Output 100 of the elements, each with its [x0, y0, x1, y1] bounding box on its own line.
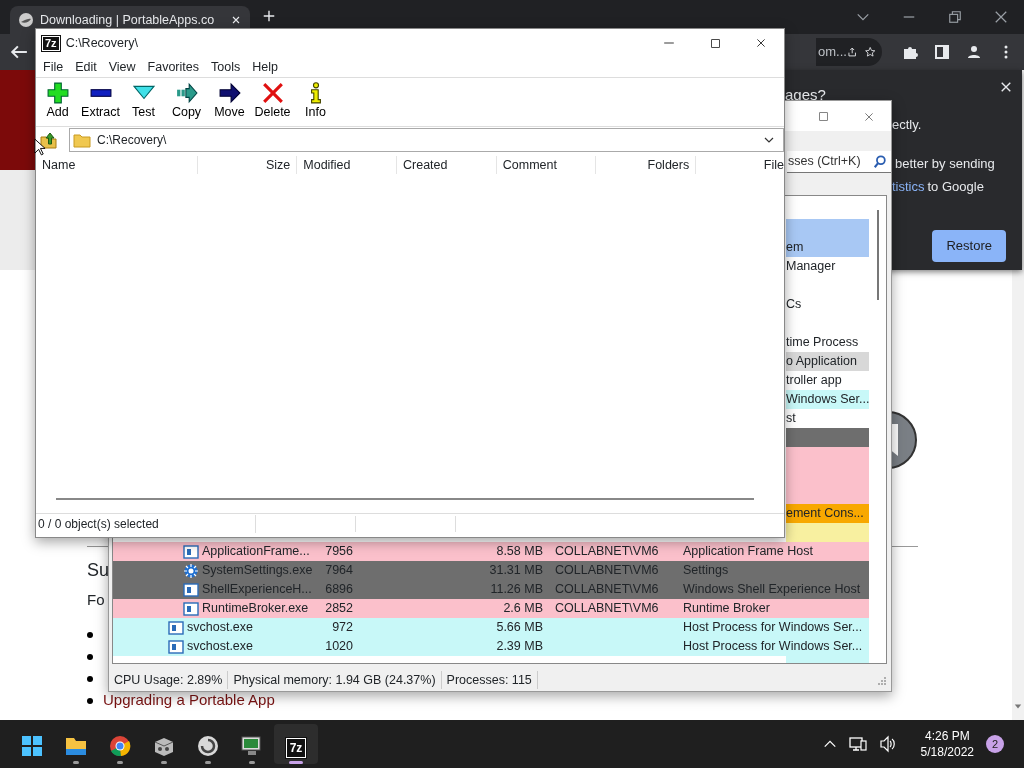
puzzle-icon[interactable] [902, 44, 918, 60]
description-cell: Cs [786, 297, 802, 312]
toolbar-button[interactable]: Add [36, 80, 79, 122]
bullet-icon [87, 653, 93, 660]
bullet-icon [87, 631, 93, 638]
process-name: ApplicationFrame... [202, 543, 310, 561]
description-cell: Runtime Broker [683, 601, 770, 616]
star-icon[interactable] [865, 44, 876, 60]
process-name: svchost.exe [187, 638, 253, 656]
column-header[interactable]: Size [197, 155, 298, 175]
process-row[interactable]: o Application [786, 352, 870, 371]
pid-cell: 2852 [325, 601, 353, 616]
description-cell: Host Process for Windows Ser... [683, 620, 863, 635]
description-cell: Settings [683, 563, 729, 578]
popup-link[interactable]: tistics [892, 176, 925, 196]
toolbar-button[interactable]: Extract [79, 80, 122, 122]
popup-text: better by sending [895, 155, 995, 173]
status-text: Physical memory: 1.94 GB (24.37%) [228, 670, 442, 690]
column-header[interactable]: Comment [496, 155, 597, 175]
page-link[interactable]: Upgrading a Portable App [103, 689, 275, 712]
pid-cell: 972 [332, 620, 353, 635]
process-row[interactable]: RuntimeBroker.exe 2852 2.6 MB COLLABNET\VM6 Runtime Broker [113, 599, 870, 618]
app-icon [168, 638, 184, 655]
bullet-icon [87, 697, 93, 704]
column-header[interactable]: Modified [297, 155, 397, 175]
description-cell: o Application [786, 354, 857, 369]
menu-item[interactable]: File [37, 57, 70, 77]
menu-item[interactable]: Tools [205, 57, 247, 77]
scroll-down-icon[interactable] [1014, 701, 1022, 710]
memory-cell: 11.26 MB [490, 582, 543, 597]
close-icon [862, 110, 875, 123]
close-icon[interactable] [230, 14, 242, 26]
process-row[interactable]: ement Cons... [786, 504, 870, 523]
globe-icon [18, 12, 34, 28]
popup-text: ectly. [892, 115, 922, 134]
taskbar-app[interactable]: 7z [274, 724, 318, 764]
browser-icon [108, 734, 132, 758]
toolbar-button[interactable]: Copy [165, 80, 208, 122]
folder-icon [73, 131, 91, 148]
path-field[interactable]: C:\Recovery\ [69, 127, 784, 152]
menu-item[interactable]: Favorites [141, 57, 205, 77]
status-text: 0 / 0 object(s) selected [36, 514, 256, 533]
toolbar-button[interactable]: Move [208, 80, 251, 122]
address-field[interactable]: om... [816, 38, 882, 66]
speaker-icon[interactable] [878, 735, 897, 753]
menu-item[interactable]: Help [246, 57, 284, 77]
menu-item[interactable]: Edit [69, 57, 103, 77]
memory-cell: 31.31 MB [489, 563, 543, 578]
description-cell: Windows Shell Experience Host [683, 582, 861, 597]
toolbar-button[interactable]: Info [294, 80, 337, 122]
description-cell: ement Cons... [786, 506, 864, 521]
memory-cell: 2.6 MB [503, 601, 543, 616]
process-name: SystemSettings.exe [202, 562, 313, 580]
process-row[interactable]: Windows Ser... [786, 390, 870, 409]
section-heading: Su [87, 559, 110, 582]
close-icon[interactable] [994, 10, 1008, 24]
toolbar-button[interactable]: Delete [251, 80, 294, 122]
toolbar-button[interactable]: Test [122, 80, 165, 122]
search-icon[interactable] [873, 154, 887, 169]
maximize-icon [709, 37, 721, 49]
popup-text: to Google [927, 177, 984, 196]
monitor-icon [240, 734, 264, 758]
column-header[interactable]: File [696, 155, 784, 175]
maximize-icon [818, 111, 829, 123]
new-tab-icon[interactable] [262, 8, 276, 23]
folder-up-icon[interactable] [39, 130, 57, 149]
process-name: svchost.exe [187, 619, 253, 637]
process-row[interactable]: svchost.exe 972 5.66 MB Host Process for Windows Ser... [113, 618, 870, 637]
resize-grip-icon[interactable] [876, 675, 886, 686]
paragraph: Fo [87, 590, 105, 610]
restore-button[interactable]: Restore [932, 230, 1006, 262]
back-icon[interactable] [10, 43, 28, 61]
clock[interactable]: 4:26 PM 5/18/2022 [920, 728, 974, 760]
profile-icon[interactable] [966, 44, 982, 60]
description-cell: Manager [786, 259, 836, 274]
memory-cell: 2.39 MB [496, 639, 543, 654]
sidebar-icon[interactable] [934, 44, 950, 60]
description-cell: Application Frame Host [683, 544, 813, 559]
process-row[interactable]: ApplicationFrame... 7956 8.58 MB COLLABNET\VM6 Application Frame Host [113, 542, 870, 561]
pid-cell: 7964 [325, 563, 353, 578]
app-icon [183, 600, 199, 617]
process-name: RuntimeBroker.exe [202, 600, 309, 618]
notification-badge[interactable]: 2 [986, 735, 1004, 753]
column-header[interactable]: Created [397, 155, 497, 175]
app-icon [168, 619, 184, 636]
status-text: Processes: 115 [441, 670, 538, 690]
process-row[interactable]: em [786, 238, 870, 257]
description-cell: em [786, 240, 804, 255]
app-logo: 7z [42, 35, 60, 51]
pid-cell: 6896 [325, 582, 353, 597]
search-field[interactable]: sses (Ctrl+K) [787, 151, 891, 173]
menu-item[interactable]: View [102, 57, 142, 77]
description-cell: Host Process for Windows Ser... [683, 639, 863, 654]
description-cell: st [786, 411, 796, 426]
restore-icon[interactable] [948, 10, 962, 24]
network-icon[interactable] [848, 735, 867, 753]
process-name: ShellExperienceH... [202, 581, 312, 599]
arrow-icon [175, 82, 198, 104]
column-header[interactable]: Folders [596, 155, 697, 175]
process-row[interactable]: svchost.exe 1020 2.39 MB Host Process for Windows Ser... [113, 637, 870, 656]
